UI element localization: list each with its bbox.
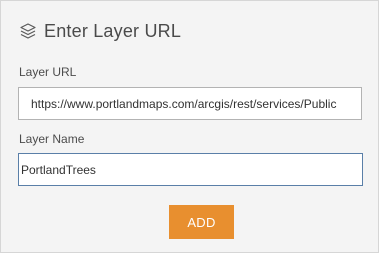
layers-icon (18, 21, 38, 41)
panel-header: Enter Layer URL (18, 18, 181, 44)
add-layer-panel: Enter Layer URL Layer URL Layer Name ADD (0, 0, 379, 253)
layer-url-input[interactable] (18, 87, 362, 120)
layer-name-input[interactable] (18, 153, 363, 186)
layer-name-label: Layer Name (19, 132, 85, 146)
add-button[interactable]: ADD (169, 205, 234, 239)
panel-title: Enter Layer URL (44, 20, 182, 41)
layer-url-label: Layer URL (19, 65, 77, 79)
